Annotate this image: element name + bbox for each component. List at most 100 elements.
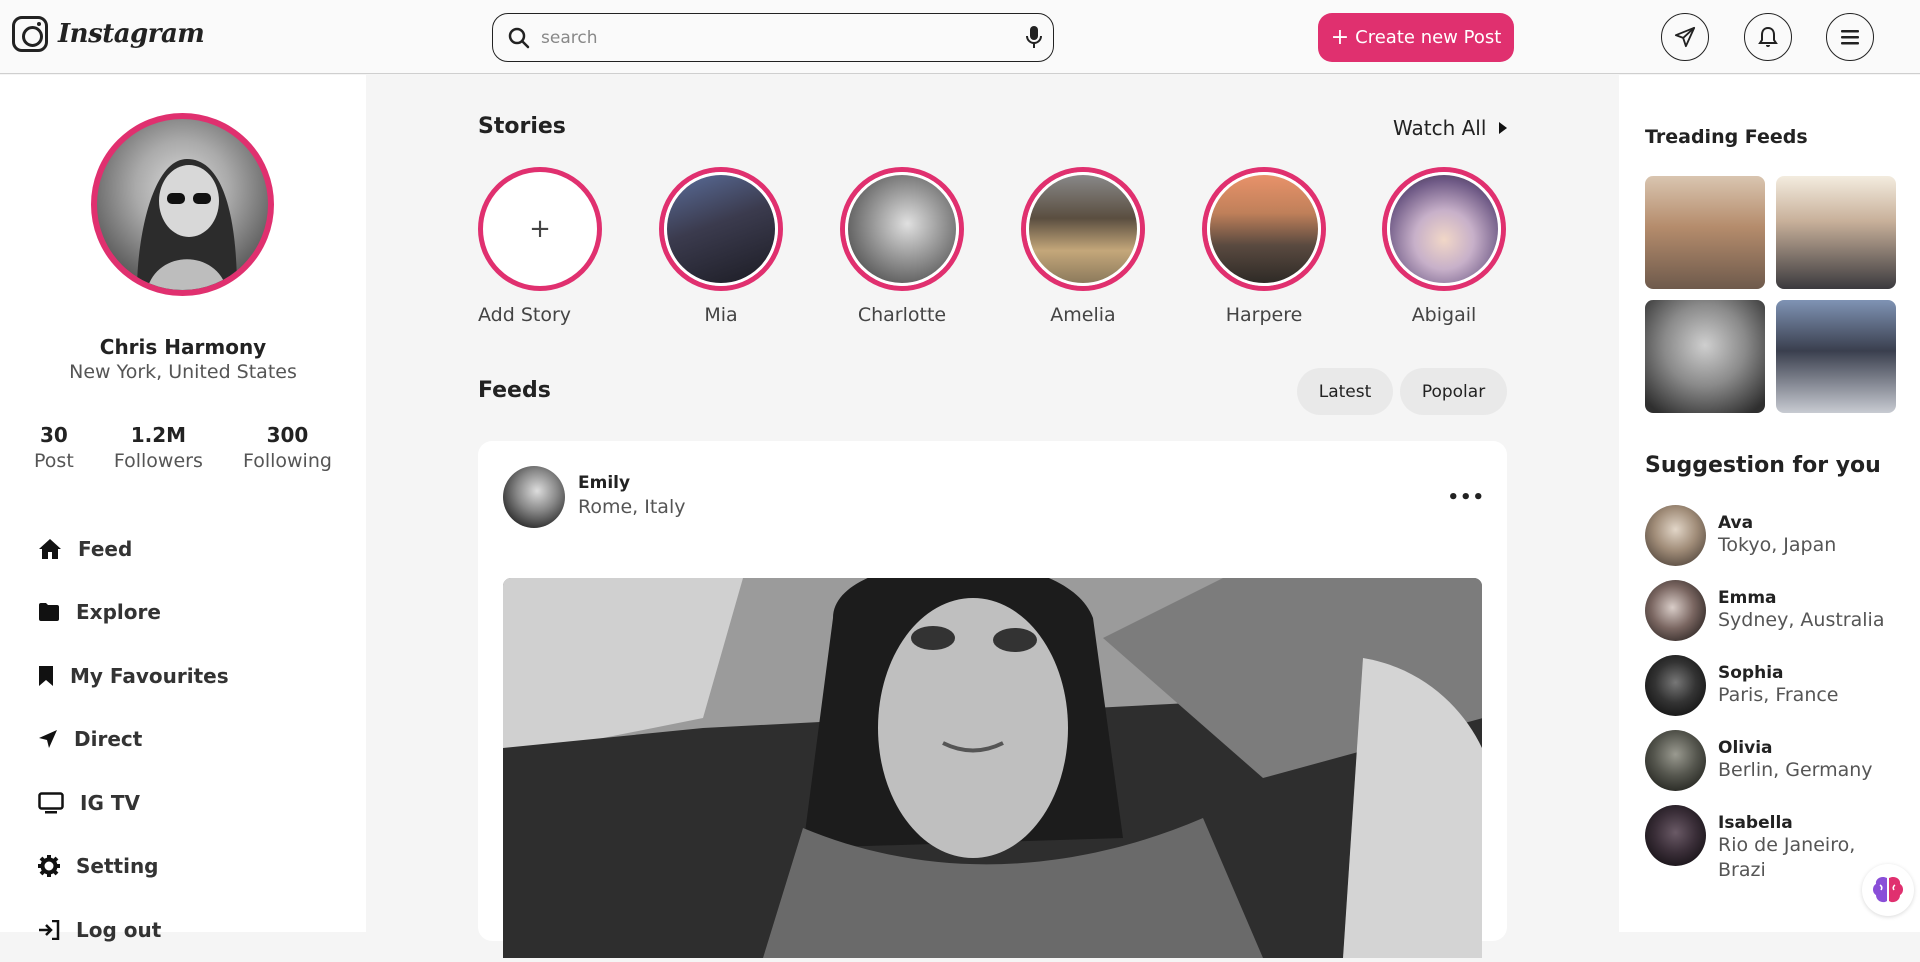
story-item[interactable]: Charlotte — [840, 167, 964, 326]
story-name: Add Story — [478, 304, 572, 326]
avatar — [1645, 505, 1706, 566]
create-post-button[interactable]: + Create new Post — [1318, 13, 1514, 62]
suggestion-name: Olivia — [1718, 738, 1773, 758]
home-icon — [39, 538, 61, 559]
sidebar-item-explore[interactable]: Explore — [38, 581, 229, 645]
hamburger-icon — [1841, 30, 1859, 45]
top-bar: Instagram + Create new Post — [0, 0, 1920, 74]
post-author-name[interactable]: Emily — [578, 473, 630, 493]
post-location: Rome, Italy — [578, 496, 686, 518]
suggestion-item[interactable]: Olivia Berlin, Germany — [1645, 730, 1908, 791]
assistant-button[interactable] — [1862, 864, 1914, 916]
menu-button[interactable] — [1826, 13, 1874, 61]
story-avatar — [659, 167, 783, 291]
trending-thumbnail[interactable] — [1776, 176, 1896, 289]
story-name: Abigail — [1411, 304, 1477, 326]
story-name: Harpere — [1225, 304, 1303, 326]
plus-icon: + — [1330, 24, 1350, 50]
sidebar-item-label: IG TV — [80, 790, 140, 815]
logout-icon — [39, 919, 60, 940]
more-options-icon[interactable]: ••• — [1447, 487, 1485, 508]
suggestion-name: Ava — [1718, 513, 1754, 533]
sidebar-nav: Feed Explore My Favourites Direct IG TV … — [38, 517, 229, 962]
bookmark-icon — [39, 665, 53, 686]
filter-latest-button[interactable]: Latest — [1297, 368, 1393, 415]
sidebar-item-label: Feed — [78, 536, 133, 561]
stat-value: 30 — [39, 423, 68, 447]
stat-value: 1.2M — [130, 423, 187, 447]
story-avatar — [1382, 167, 1506, 291]
folder-icon — [39, 603, 59, 622]
post-image[interactable] — [503, 578, 1482, 958]
avatar — [1645, 655, 1706, 716]
watch-all-link[interactable]: Watch All — [1393, 116, 1508, 140]
left-sidebar: Chris Harmony New York, United States 30… — [0, 75, 366, 942]
profile-avatar[interactable] — [91, 113, 274, 296]
trending-thumbnail[interactable] — [1645, 300, 1765, 413]
microphone-icon[interactable] — [1025, 25, 1043, 53]
send-icon — [1674, 26, 1696, 48]
suggestion-name: Sophia — [1718, 663, 1784, 683]
add-story[interactable]: + Add Story — [478, 167, 602, 326]
stat-value: 300 — [266, 423, 309, 447]
logo[interactable]: Instagram — [12, 16, 205, 52]
stat-label: Post — [34, 450, 74, 472]
stat-posts[interactable]: 30 Post — [34, 423, 74, 472]
watch-all-label: Watch All — [1393, 116, 1487, 140]
sidebar-item-label: Direct — [74, 727, 143, 752]
brain-icon — [1873, 876, 1903, 903]
story-name: Charlotte — [857, 304, 947, 326]
feed-post: Emily Rome, Italy ••• — [478, 441, 1507, 958]
feeds-title: Feeds — [478, 378, 551, 403]
avatar — [1645, 580, 1706, 641]
send-icon — [39, 730, 57, 749]
suggestion-item[interactable]: Emma Sydney, Australia — [1645, 580, 1908, 641]
search-icon — [507, 26, 531, 50]
stories-title: Stories — [478, 114, 566, 139]
story-item[interactable]: Amelia — [1021, 167, 1145, 326]
suggestion-item[interactable]: Sophia Paris, France — [1645, 655, 1908, 716]
trending-thumbnail[interactable] — [1645, 176, 1765, 289]
suggestion-item[interactable]: Ava Tokyo, Japan — [1645, 505, 1908, 566]
story-item[interactable]: Mia — [659, 167, 783, 326]
sidebar-item-logout[interactable]: Log out — [38, 898, 229, 962]
filter-popular-button[interactable]: Popolar — [1400, 368, 1507, 415]
stat-followers[interactable]: 1.2M Followers — [114, 423, 203, 472]
suggestion-location: Paris, France — [1718, 684, 1839, 706]
suggestion-name: Emma — [1718, 588, 1777, 608]
story-item[interactable]: Harpere — [1202, 167, 1326, 326]
sidebar-item-feed[interactable]: Feed — [38, 517, 229, 581]
suggestion-location: Sydney, Australia — [1718, 609, 1885, 631]
trending-thumbnail[interactable] — [1776, 300, 1896, 413]
story-name: Mia — [704, 304, 738, 326]
story-avatar — [1202, 167, 1326, 291]
suggestion-location: Berlin, Germany — [1718, 759, 1873, 781]
sidebar-item-label: Setting — [76, 854, 159, 879]
sidebar-item-setting[interactable]: Setting — [38, 835, 229, 899]
tv-icon — [38, 792, 64, 814]
logo-text: Instagram — [58, 19, 205, 49]
post-author-avatar[interactable] — [503, 466, 565, 528]
avatar — [1645, 730, 1706, 791]
search-input[interactable] — [541, 27, 1001, 48]
story-name: Amelia — [1050, 304, 1116, 326]
story-item[interactable]: Abigail — [1382, 167, 1506, 326]
sidebar-item-favourites[interactable]: My Favourites — [38, 644, 229, 708]
caret-right-icon — [1499, 122, 1508, 134]
direct-message-button[interactable] — [1661, 13, 1709, 61]
suggestions-title: Suggestion for you — [1645, 453, 1881, 478]
notifications-button[interactable] — [1744, 13, 1792, 61]
gear-icon — [38, 855, 60, 878]
stat-following[interactable]: 300 Following — [243, 423, 332, 472]
sidebar-item-label: Log out — [76, 917, 162, 942]
story-avatar — [1021, 167, 1145, 291]
create-post-label: Create new Post — [1355, 27, 1502, 48]
avatar — [1645, 805, 1706, 866]
sidebar-item-igtv[interactable]: IG TV — [38, 771, 229, 835]
search-bar — [492, 13, 1054, 62]
plus-icon: + — [529, 214, 551, 244]
sidebar-item-direct[interactable]: Direct — [38, 708, 229, 772]
stat-label: Followers — [113, 450, 203, 472]
instagram-logo-icon — [12, 16, 48, 52]
sidebar-item-label: My Favourites — [70, 663, 229, 688]
